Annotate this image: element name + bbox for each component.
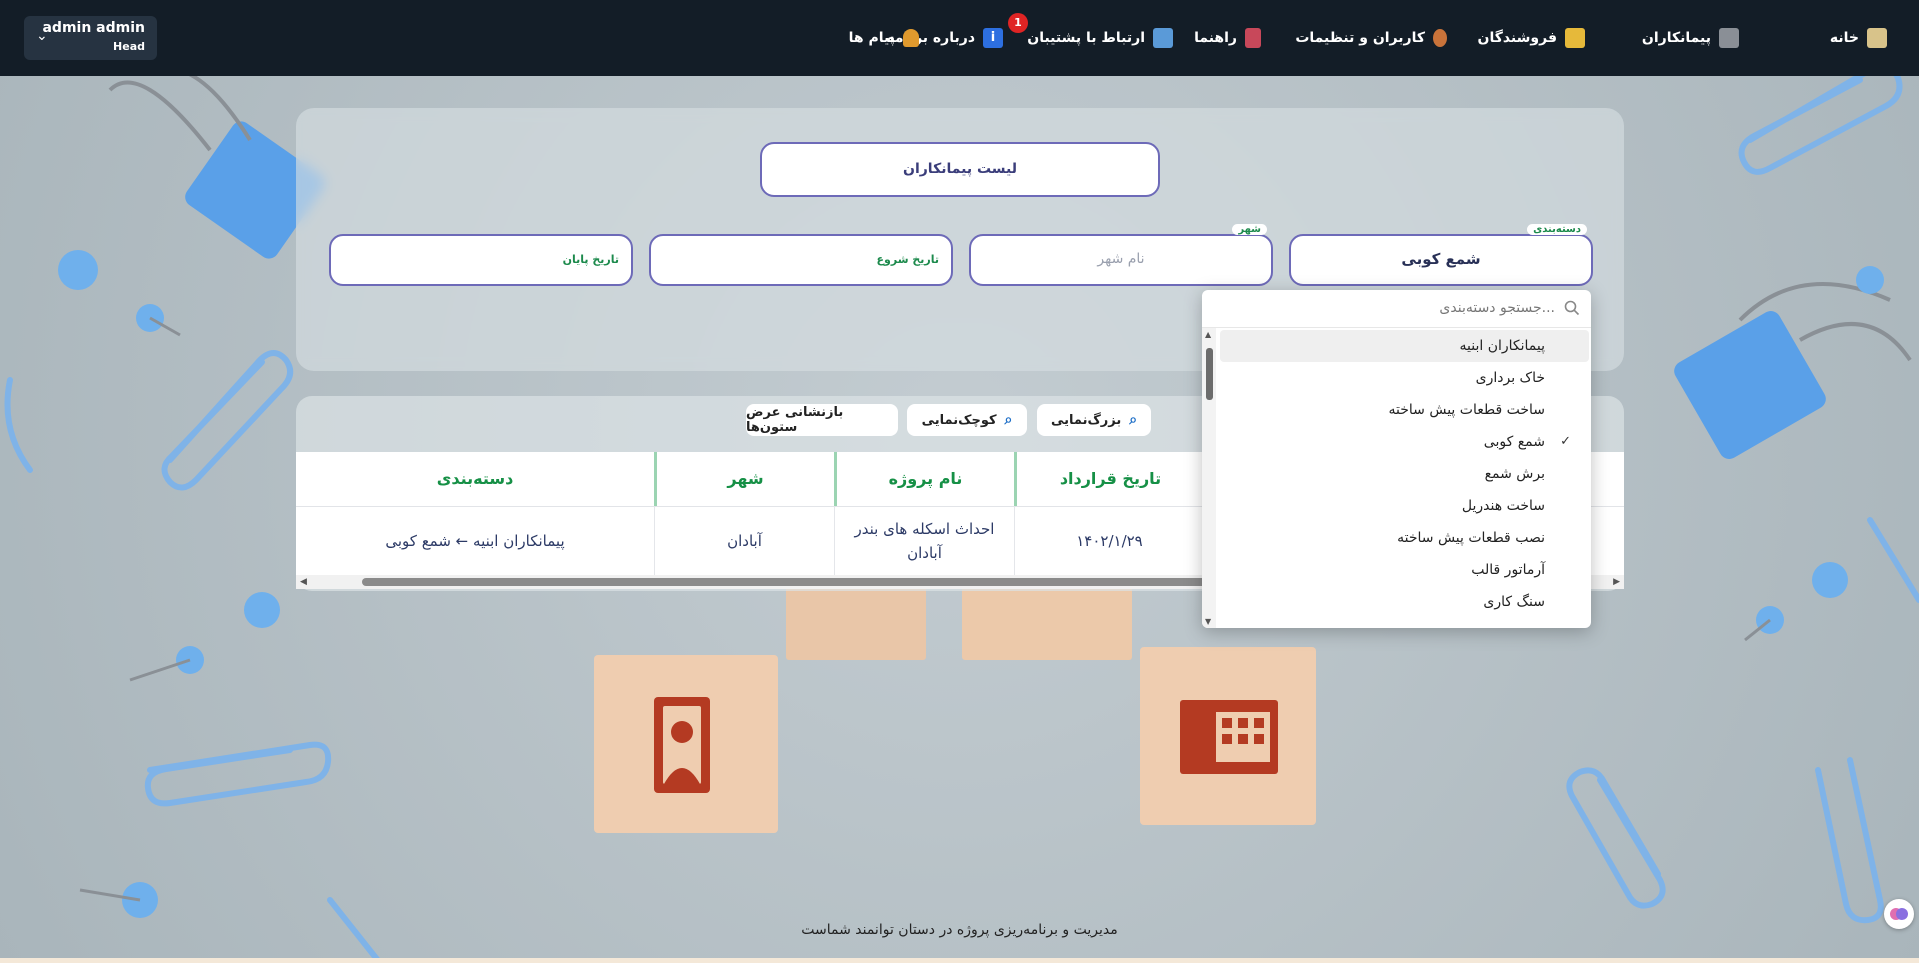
brain-icon xyxy=(1890,908,1908,920)
zoom-in-label: بزرگ‌نمایی xyxy=(1050,412,1122,428)
zoom-in-button[interactable]: ⌕ بزرگ‌نمایی xyxy=(1037,404,1151,436)
option-label: پیمانکاران ابنیه xyxy=(1459,338,1546,354)
category-dropdown-menu: جستجو دسته‌بندی... ▲ ▼ پیمانکاران ابنیه … xyxy=(1202,290,1591,628)
category-options-list: پیمانکاران ابنیه خاک برداری ساخت قطعات پ… xyxy=(1220,330,1589,618)
cell-city: آبادان xyxy=(654,507,834,575)
start-date-field[interactable]: تاریخ شروع xyxy=(649,234,953,286)
category-option[interactable]: نصب قطعات پیش ساخته xyxy=(1220,522,1589,554)
column-header-category[interactable]: دسته‌بندی xyxy=(296,452,654,506)
zoom-out-label: کوچک‌نمایی xyxy=(921,412,997,428)
home-icon xyxy=(1867,28,1887,48)
column-header-project[interactable]: نام پروژه xyxy=(834,452,1014,506)
cell-project: احداث اسکله های بندر آبادان xyxy=(834,507,1014,575)
info-icon: i xyxy=(983,28,1003,48)
category-selected-value: شمع کوبی xyxy=(1401,250,1481,268)
option-label: آرماتور قالب xyxy=(1471,562,1545,578)
scroll-down-arrow-icon[interactable]: ▼ xyxy=(1205,617,1211,626)
reset-column-widths-button[interactable]: بازنشانی عرض ستون‌ها xyxy=(746,404,898,436)
scroll-right-arrow-icon[interactable]: ▶ xyxy=(1613,575,1620,589)
dropdown-scrollbar[interactable]: ▲ ▼ xyxy=(1202,328,1216,628)
scroll-left-arrow-icon[interactable]: ◀ xyxy=(300,575,307,589)
cell-category: پیمانکاران ابنیه ← شمع کوبی xyxy=(385,532,565,550)
end-date-label: تاریخ پایان xyxy=(562,253,619,266)
reset-column-widths-label: بازنشانی عرض ستون‌ها xyxy=(746,405,844,435)
chevron-down-icon: ⌄ xyxy=(36,28,48,44)
category-option[interactable]: سنگ کاری xyxy=(1220,586,1589,618)
bell-icon xyxy=(903,29,919,47)
nav-item-vendors[interactable]: فروشندگان xyxy=(1477,25,1585,51)
messages-count-badge: 1 xyxy=(1008,13,1028,33)
page-title: لیست پیمانکاران xyxy=(760,142,1160,197)
zoom-in-icon: ⌕ xyxy=(1129,412,1138,428)
column-header-city[interactable]: شهر xyxy=(654,452,834,506)
category-search-input[interactable]: جستجو دسته‌بندی... xyxy=(1202,290,1591,328)
account-name: admin admin xyxy=(42,20,145,36)
footer-tagline: مدیریت و برنامه‌ریزی پروژه در دستان توان… xyxy=(801,922,1118,938)
top-navbar: admin admin Head ⌄ خانه پیمانکاران فروشن… xyxy=(0,0,1919,76)
guide-book-icon xyxy=(1245,28,1261,48)
start-date-label: تاریخ شروع xyxy=(876,253,940,266)
zoom-out-button[interactable]: ⌕ کوچک‌نمایی xyxy=(907,404,1027,436)
account-menu-button[interactable]: admin admin Head ⌄ xyxy=(24,16,157,60)
check-icon: ✓ xyxy=(1560,434,1571,449)
option-label: شمع کوبی xyxy=(1483,434,1545,450)
contractor-icon xyxy=(1719,28,1739,48)
nav-item-messages[interactable]: پیام ها xyxy=(849,25,919,51)
category-option[interactable]: ساخت قطعات پیش ساخته xyxy=(1220,394,1589,426)
category-option[interactable]: خاک برداری xyxy=(1220,362,1589,394)
column-header-contract-date[interactable]: تاریخ قرارداد xyxy=(1014,452,1204,506)
category-option-selected[interactable]: ✓ شمع کوبی xyxy=(1220,426,1589,458)
nav-item-label: خانه xyxy=(1829,30,1859,46)
nav-item-label: ارتباط با پشتیبان xyxy=(1027,30,1145,46)
nav-item-label: فروشندگان xyxy=(1477,30,1558,46)
nav-item-label: کاربران و تنظیمات xyxy=(1295,30,1425,46)
category-field-label: دسته‌بندی xyxy=(1527,224,1587,235)
nav-item-label: پیام ها xyxy=(848,30,895,46)
store-icon xyxy=(1565,28,1585,48)
chat-support-icon xyxy=(1153,28,1173,48)
category-option[interactable]: پیمانکاران ابنیه xyxy=(1220,330,1589,362)
nav-item-users-settings[interactable]: کاربران و تنظیمات xyxy=(1295,25,1447,51)
dropdown-scrollbar-thumb[interactable] xyxy=(1206,348,1213,400)
zoom-out-icon: ⌕ xyxy=(1004,412,1013,428)
nav-item-guide[interactable]: راهنما xyxy=(1194,25,1261,51)
cell-project-line1: احداث اسکله های بندر xyxy=(854,520,995,538)
category-option[interactable]: آرماتور قالب xyxy=(1220,554,1589,586)
cell-project-line2: آبادان xyxy=(907,544,942,562)
category-option[interactable]: ساخت هندریل xyxy=(1220,490,1589,522)
nav-item-label: پیمانکاران xyxy=(1641,30,1711,46)
option-label: ساخت هندریل xyxy=(1461,498,1545,514)
city-field[interactable]: شهر نام شهر xyxy=(969,224,1273,286)
user-settings-icon xyxy=(1433,29,1447,47)
category-option[interactable]: برش شمع xyxy=(1220,458,1589,490)
option-label: برش شمع xyxy=(1484,466,1545,482)
scroll-up-arrow-icon[interactable]: ▲ xyxy=(1205,330,1211,339)
option-label: نصب قطعات پیش ساخته xyxy=(1397,530,1545,546)
category-search-placeholder: جستجو دسته‌بندی... xyxy=(1439,300,1555,316)
option-label: سنگ کاری xyxy=(1483,594,1545,610)
search-icon xyxy=(1564,300,1580,316)
account-role: Head xyxy=(113,40,145,53)
nav-item-support[interactable]: ارتباط با پشتیبان xyxy=(1027,25,1173,51)
option-label: ساخت قطعات پیش ساخته xyxy=(1388,402,1545,418)
option-label: خاک برداری xyxy=(1475,370,1545,386)
nav-item-label: راهنما xyxy=(1194,30,1237,46)
nav-item-home[interactable]: خانه xyxy=(1830,25,1887,51)
nav-item-contractors[interactable]: پیمانکاران xyxy=(1642,25,1739,51)
end-date-field[interactable]: تاریخ پایان xyxy=(329,234,633,286)
bottom-strip xyxy=(0,958,1919,963)
city-placeholder: نام شهر xyxy=(1097,251,1145,267)
category-select[interactable]: دسته‌بندی شمع کوبی xyxy=(1289,224,1593,286)
city-field-label: شهر xyxy=(1232,224,1267,235)
assistant-brain-icon[interactable] xyxy=(1884,899,1914,929)
cell-contract-date: ۱۴۰۲/۱/۲۹ xyxy=(1014,507,1204,575)
